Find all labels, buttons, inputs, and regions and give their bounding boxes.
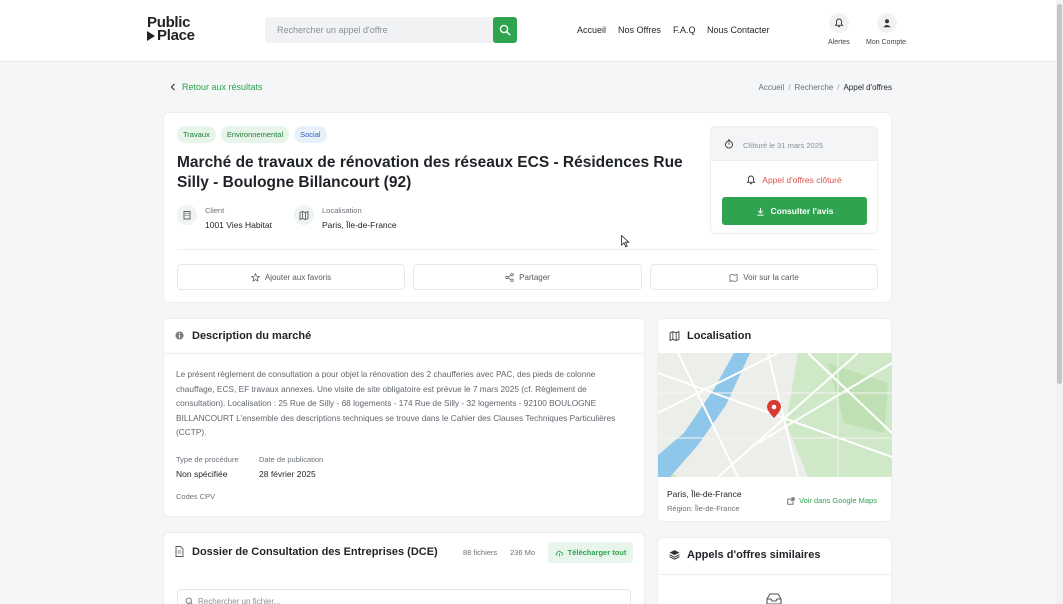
search-icon	[185, 597, 193, 604]
back-label: Retour aux résultats	[182, 82, 263, 92]
view-on-map-button[interactable]: Voir sur la carte	[650, 264, 878, 290]
cpv-codes-label: Codes CPV	[176, 492, 216, 501]
share-label: Partager	[519, 272, 550, 282]
client-label: Client	[205, 206, 225, 215]
building-icon	[177, 205, 197, 225]
description-title: Description du marché	[192, 330, 312, 342]
info-icon	[175, 331, 184, 340]
nav-faq[interactable]: F.A.Q	[673, 25, 696, 35]
bell-icon	[746, 175, 756, 185]
map-place: Paris, Île-de-France	[667, 489, 742, 499]
cloud-download-icon	[555, 550, 563, 557]
breadcrumb-accueil[interactable]: Accueil	[759, 83, 785, 92]
share-icon	[505, 272, 514, 282]
localisation-title: Localisation	[687, 330, 752, 342]
layers-icon	[669, 550, 680, 560]
closed-status: Appel d'offres clôturé	[711, 175, 877, 185]
file-search	[177, 589, 631, 604]
description-divider	[164, 353, 644, 354]
stopwatch-icon	[725, 139, 733, 149]
inbox-icon	[766, 593, 782, 604]
add-favorite-button[interactable]: Ajouter aux favoris	[177, 264, 405, 290]
procedure-label: Type de procédure	[176, 455, 239, 464]
dce-file-count: 88 fichiers	[463, 548, 498, 557]
publication-date-label: Date de publication	[259, 455, 324, 464]
map-icon	[669, 330, 680, 341]
offer-search	[265, 17, 517, 43]
download-icon	[756, 207, 764, 216]
alerts-label: Alertes	[828, 39, 850, 46]
dce-title: Dossier de Consultation des Entreprises …	[192, 546, 438, 558]
consult-notice-button[interactable]: Consulter l'avis	[722, 197, 867, 225]
map-icon	[294, 205, 314, 225]
client-value: 1001 Vies Habitat	[205, 220, 272, 230]
location-value: Paris, Île-de-France	[322, 220, 397, 230]
google-maps-label: Voir dans Google Maps	[799, 496, 877, 505]
procedure-value: Non spécifiée	[176, 469, 228, 479]
alerts-button[interactable]	[829, 13, 849, 33]
top-header: Public Place Accueil Nos Offres F.A.Q No…	[0, 0, 1063, 62]
download-all-button[interactable]: Télécharger tout	[548, 542, 633, 563]
offer-title: Marché de travaux de rénovation des rése…	[177, 154, 683, 191]
breadcrumb-separator: /	[837, 83, 840, 92]
breadcrumb-current: Appel d'offres	[843, 83, 892, 92]
closing-header: Clôturé le 31 mars 2025	[711, 127, 877, 161]
user-icon	[883, 19, 891, 28]
share-button[interactable]: Partager	[413, 264, 642, 290]
nav-nos-offres[interactable]: Nos Offres	[618, 25, 661, 35]
logo-play-icon	[147, 30, 155, 41]
public-place-logo[interactable]: Public Place	[147, 15, 195, 44]
closed-status-text: Appel d'offres clôturé	[762, 175, 842, 185]
scrollbar-thumb[interactable]	[1057, 4, 1062, 384]
account-button[interactable]	[877, 13, 897, 33]
consult-button-label: Consulter l'avis	[770, 206, 834, 216]
breadcrumb: Accueil / Recherche / Appel d'offres	[759, 83, 892, 92]
breadcrumb-recherche[interactable]: Recherche	[795, 83, 834, 92]
page-scrollbar[interactable]	[1056, 0, 1063, 604]
star-icon	[250, 272, 260, 282]
card-divider	[177, 249, 878, 250]
offer-search-input[interactable]	[265, 17, 491, 43]
dce-size: 236 Mo	[510, 548, 536, 557]
view-on-map-label: Voir sur la carte	[743, 272, 799, 282]
breadcrumb-separator: /	[788, 83, 791, 92]
search-button[interactable]	[493, 17, 517, 43]
location-map[interactable]	[658, 353, 892, 477]
publication-date-value: 28 février 2025	[259, 469, 316, 479]
download-all-label: Télécharger tout	[567, 548, 627, 557]
similar-offers-title: Appels d'offres similaires	[687, 549, 821, 561]
add-favorite-label: Ajouter aux favoris	[264, 272, 332, 282]
back-to-results-link[interactable]: Retour aux résultats	[170, 82, 263, 92]
offer-tags: Travaux Environnemental Social	[177, 126, 327, 143]
google-maps-link[interactable]: Voir dans Google Maps	[787, 496, 877, 505]
map-region: Région: Île-de-France	[667, 504, 740, 513]
file-search-input[interactable]	[198, 590, 618, 604]
description-text: Le présent règlement de consultation a p…	[176, 369, 616, 437]
mouse-cursor-icon	[621, 235, 630, 248]
search-icon	[499, 24, 511, 36]
external-link-icon	[787, 496, 795, 505]
location-label: Localisation	[322, 206, 362, 215]
logo-line-2: Place	[157, 27, 195, 44]
nav-nous-contacter[interactable]: Nous Contacter	[707, 25, 770, 35]
tag-social: Social	[294, 126, 327, 143]
tag-travaux: Travaux	[177, 126, 216, 143]
map-image	[658, 353, 892, 477]
account-label: Mon Compte	[866, 39, 907, 46]
similar-divider	[658, 574, 891, 575]
closing-date: Clôturé le 31 mars 2025	[743, 141, 824, 150]
chevron-left-icon	[170, 83, 175, 91]
nav-accueil[interactable]: Accueil	[577, 25, 606, 35]
closing-box: Clôturé le 31 mars 2025 Appel d'offres c…	[710, 126, 878, 234]
bell-icon	[834, 18, 844, 28]
tag-environnemental: Environnemental	[220, 126, 290, 143]
map-icon	[729, 273, 738, 282]
document-icon	[175, 546, 184, 557]
